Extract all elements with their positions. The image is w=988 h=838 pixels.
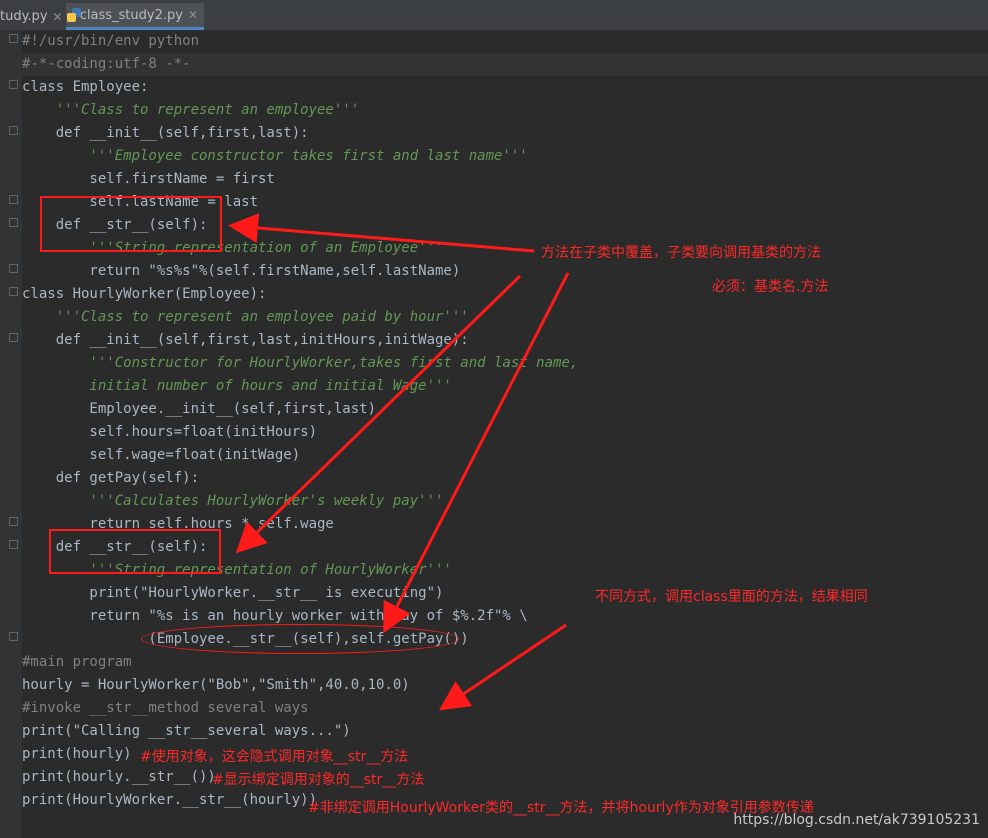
- arrow-to-subclass-str: [235, 274, 522, 554]
- must-annotation: 必须：基类名.方法: [712, 279, 829, 295]
- arrow-to-base-str: [228, 213, 535, 253]
- annotation-arrows: [228, 213, 570, 711]
- override-annotation: 方法在子类中覆盖，子类要向调用基类的方法: [541, 245, 821, 261]
- implicit-call-annotation: #使用对象，这会隐式调用对象__str__方法: [140, 749, 409, 765]
- bound-call-annotation: #显示绑定调用对象的__str__方法: [212, 772, 425, 788]
- arrow-to-base-call: [383, 272, 570, 634]
- watermark: https://blog.csdn.net/ak739105231: [733, 812, 980, 828]
- different-ways-annotation: 不同方式，调用class里面的方法，结果相同: [595, 589, 868, 605]
- arrow-to-invoke-section: [439, 623, 567, 711]
